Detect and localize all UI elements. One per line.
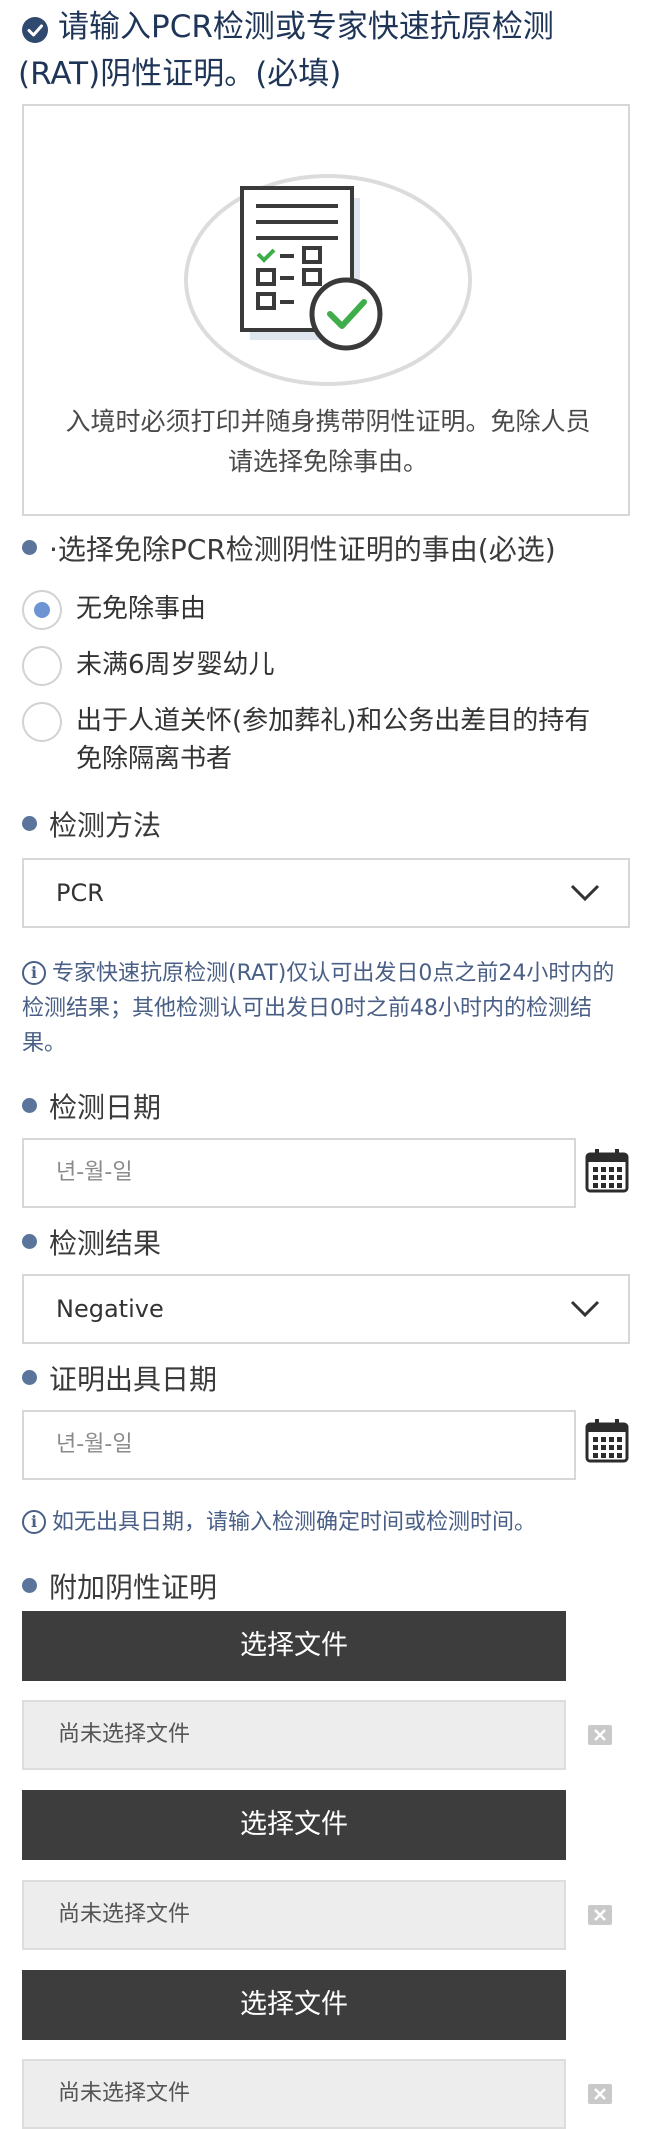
- file-status: 尚未选择文件: [58, 1722, 191, 1747]
- file-name-field: 尚未选择文件: [22, 2059, 566, 2129]
- radio-button[interactable]: [22, 590, 62, 630]
- choose-file-button[interactable]: 选择文件: [22, 1611, 566, 1681]
- issue-date-input[interactable]: 년-월-일: [22, 1410, 576, 1480]
- title-line-1: 请输入PCR检测或专家快速抗原检测: [58, 9, 554, 45]
- method-note-text: 专家快速抗原检测(RAT)仅认可出发日0点之前24小时内的检测结果；其他检测认可…: [22, 961, 615, 1056]
- info-icon: i: [22, 1510, 46, 1534]
- exemption-label-text: ·选择免除PCR检测阴性证明的事由(必选): [49, 533, 556, 566]
- select-value: PCR: [56, 879, 104, 907]
- radio-button[interactable]: [22, 702, 62, 742]
- title-line-2: (RAT)阴性证明。(必填): [18, 56, 342, 92]
- test-method-select[interactable]: PCR: [22, 858, 630, 928]
- test-date-input[interactable]: 년-월-일: [22, 1138, 576, 1208]
- test-method-label: 检测方法: [22, 808, 161, 844]
- exemption-label: ·选择免除PCR检测阴性证明的事由(必选): [22, 532, 556, 568]
- bullet-dot: [22, 1578, 37, 1593]
- issue-date-note: i 如无出具日期，请输入检测确定时间或检测时间。: [22, 1505, 634, 1540]
- choose-file-button[interactable]: 选择文件: [22, 1790, 566, 1860]
- info-icon: i: [22, 961, 46, 985]
- bullet-dot: [22, 1234, 37, 1249]
- issue-date-label-text: 证明出具日期: [49, 1363, 218, 1396]
- bullet-dot: [22, 1098, 37, 1113]
- attachments-label: 附加阴性证明: [22, 1570, 217, 1606]
- issue-date-label: 证明出具日期: [22, 1362, 217, 1398]
- select-value: Negative: [56, 1295, 164, 1323]
- section-title: 请输入PCR检测或专家快速抗原检测 (RAT)阴性证明。(必填): [18, 4, 638, 98]
- test-method-label-text: 检测方法: [49, 809, 162, 842]
- clear-file-icon[interactable]: [588, 1725, 612, 1745]
- clear-file-icon[interactable]: [588, 2084, 612, 2104]
- radio-label: 无免除事由: [76, 594, 207, 624]
- card-message: 入境时必须打印并随身携带阴性证明。免除人员请选择免除事由。: [65, 407, 591, 476]
- choose-file-button[interactable]: 选择文件: [22, 1970, 566, 2040]
- radio-button[interactable]: [22, 646, 62, 686]
- bullet-dot: [22, 1370, 37, 1385]
- test-result-label-text: 检测结果: [49, 1227, 162, 1260]
- info-card: 入境时必须打印并随身携带阴性证明。免除人员请选择免除事由。: [22, 104, 630, 516]
- check-circle-icon: [22, 17, 48, 43]
- radio-label: 出于人道关怀(参加葬礼)和公务出差目的持有免除隔离书者: [76, 706, 591, 774]
- radio-option-none[interactable]: 无免除事由: [22, 590, 632, 632]
- chevron-down-icon: [570, 1300, 600, 1318]
- clear-file-icon[interactable]: [588, 1905, 612, 1925]
- bullet-dot: [22, 540, 37, 555]
- test-date-label-text: 检测日期: [49, 1091, 162, 1124]
- date-placeholder: 년-월-일: [56, 1160, 133, 1185]
- method-note: i 专家快速抗原检测(RAT)仅认可出发日0点之前24小时内的检测结果；其他检测认…: [22, 956, 634, 1061]
- test-result-select[interactable]: Negative: [22, 1274, 630, 1344]
- file-name-field: 尚未选择文件: [22, 1700, 566, 1770]
- file-status: 尚未选择文件: [58, 1902, 191, 1927]
- attachments-label-text: 附加阴性证明: [49, 1571, 218, 1604]
- calendar-icon[interactable]: [584, 1148, 630, 1194]
- file-status: 尚未选择文件: [58, 2081, 191, 2106]
- test-result-label: 检测结果: [22, 1226, 161, 1262]
- bullet-dot: [22, 816, 37, 831]
- test-date-label: 检测日期: [22, 1090, 161, 1126]
- radio-option-humanitarian[interactable]: 出于人道关怀(参加葬礼)和公务出差目的持有免除隔离书者: [22, 702, 632, 782]
- radio-option-infant[interactable]: 未满6周岁婴幼儿: [22, 646, 632, 688]
- chevron-down-icon: [570, 884, 600, 902]
- file-name-field: 尚未选择文件: [22, 1880, 566, 1950]
- date-placeholder: 년-월-일: [56, 1432, 133, 1457]
- issue-note-text: 如无出具日期，请输入检测确定时间或检测时间。: [52, 1510, 537, 1535]
- radio-label: 未满6周岁婴幼儿: [76, 650, 275, 680]
- calendar-icon[interactable]: [584, 1418, 630, 1464]
- negative-certificate-icon: [240, 186, 383, 351]
